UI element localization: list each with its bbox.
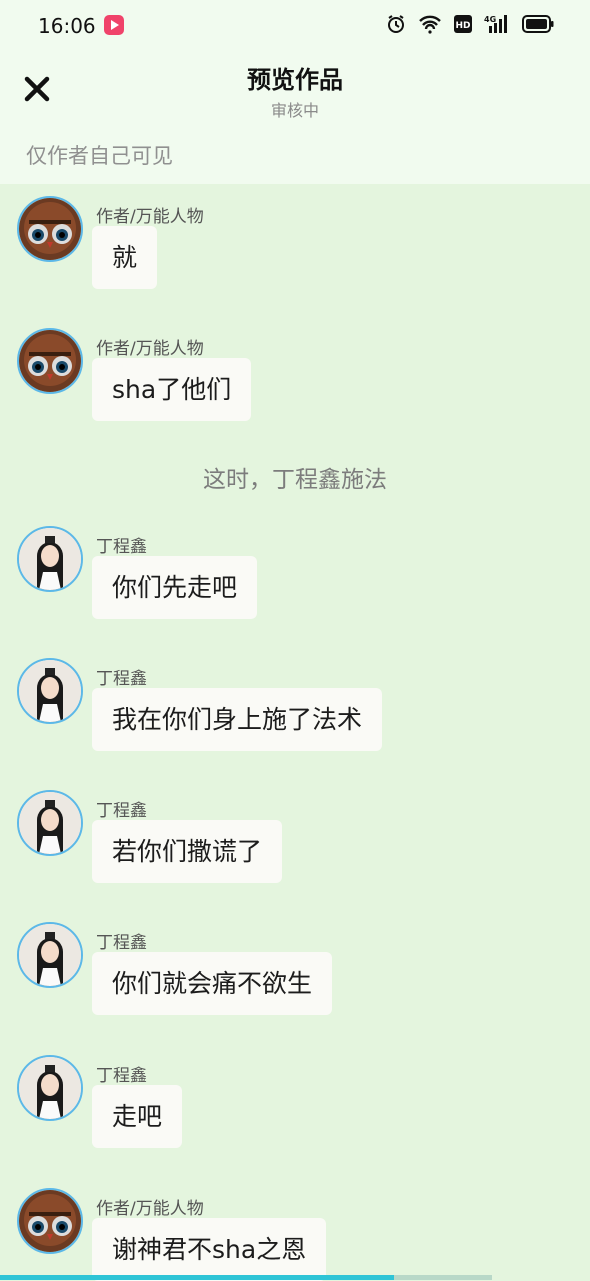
sender-name: 作者/万能人物 xyxy=(96,1199,204,1219)
sender-name: 丁程鑫 xyxy=(96,933,147,953)
owl-avatar[interactable] xyxy=(17,328,83,394)
progress-fill xyxy=(0,1275,394,1280)
chat-bubble[interactable]: 就 xyxy=(92,226,158,289)
narration-text: 这时，丁程鑫施法 xyxy=(203,467,387,493)
person-avatar[interactable] xyxy=(17,790,83,856)
chat-bubble[interactable]: 我在你们身上施了法术 xyxy=(92,688,383,751)
owl-avatar[interactable] xyxy=(17,1188,83,1254)
chat-bubble[interactable]: sha了他们 xyxy=(92,358,252,421)
owl-avatar[interactable] xyxy=(17,196,83,262)
person-avatar[interactable] xyxy=(17,526,83,592)
sender-name: 丁程鑫 xyxy=(96,669,147,689)
chat-bubble[interactable]: 谢神君不sha之恩 xyxy=(92,1218,327,1281)
review-status: 审核中 xyxy=(270,101,319,120)
video-app-icon xyxy=(104,15,124,35)
chat-bubble[interactable]: 走吧 xyxy=(92,1085,183,1148)
sender-name: 作者/万能人物 xyxy=(96,207,204,227)
status-time: 16:06 xyxy=(38,14,96,38)
signal-4g-icon: 4G xyxy=(484,15,507,33)
battery-icon xyxy=(522,15,554,33)
wifi-icon xyxy=(419,15,441,34)
alarm-icon xyxy=(388,15,404,33)
person-avatar[interactable] xyxy=(17,658,83,724)
header-bar: 16:06 HD 4G 预览作品 审核中 仅作者自己可见 xyxy=(0,0,590,184)
visibility-note: 仅作者自己可见 xyxy=(26,144,173,168)
chat-bubble[interactable]: 你们就会痛不欲生 xyxy=(92,952,333,1015)
sender-name: 作者/万能人物 xyxy=(96,339,204,359)
chat-bubble[interactable]: 若你们撒谎了 xyxy=(92,820,283,883)
sender-name: 丁程鑫 xyxy=(96,537,147,557)
svg-text:4G: 4G xyxy=(484,15,496,24)
page-title: 预览作品 xyxy=(247,66,343,94)
svg-text:HD: HD xyxy=(455,21,470,31)
status-icons: HD 4G xyxy=(386,14,554,34)
playback-progress-bar[interactable] xyxy=(0,1275,492,1280)
chat-bubble[interactable]: 你们先走吧 xyxy=(92,556,258,619)
person-avatar[interactable] xyxy=(17,922,83,988)
sender-name: 丁程鑫 xyxy=(96,1066,147,1086)
person-avatar[interactable] xyxy=(17,1055,83,1121)
hd-icon: HD xyxy=(454,15,472,33)
sender-name: 丁程鑫 xyxy=(96,801,147,821)
